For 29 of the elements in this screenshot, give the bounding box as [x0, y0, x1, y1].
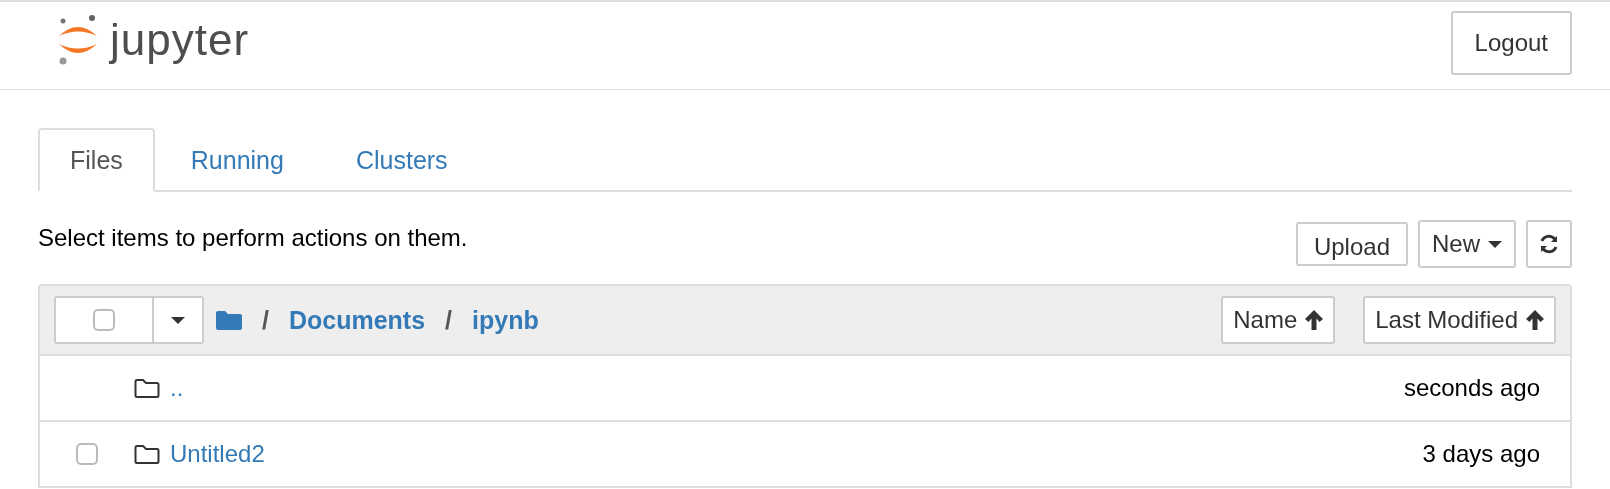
- sort-button[interactable]: Last Modified: [1363, 296, 1556, 344]
- arrow-up-icon: [1303, 309, 1326, 331]
- folder-icon: [134, 443, 160, 465]
- modified-time: seconds ago: [1403, 374, 1540, 402]
- tab[interactable]: Files: [38, 128, 155, 192]
- breadcrumb-separator: /: [262, 305, 269, 335]
- caret-icon: [1488, 240, 1502, 248]
- modified-time: 3 days ago: [1422, 440, 1540, 468]
- file-link[interactable]: ..: [170, 374, 184, 402]
- folder-icon: [134, 377, 160, 399]
- select-all-control[interactable]: [54, 296, 204, 344]
- refresh-button[interactable]: [1526, 220, 1572, 268]
- folder-icon: [216, 310, 242, 330]
- new-button[interactable]: New: [1418, 220, 1516, 268]
- logout-button[interactable]: Logout: [1450, 10, 1572, 75]
- breadcrumb-link[interactable]: Documents: [288, 305, 426, 335]
- caret-icon: [171, 316, 185, 324]
- tab[interactable]: Running: [154, 128, 320, 192]
- file-link[interactable]: Untitled2: [170, 440, 265, 468]
- breadcrumb-separator: /: [445, 305, 453, 335]
- logo-text: jupyter: [110, 14, 250, 65]
- upload-button[interactable]: Upload: [1295, 222, 1408, 266]
- breadcrumb-link[interactable]: ipynb: [472, 305, 539, 335]
- tab[interactable]: Clusters: [319, 128, 484, 192]
- checkbox[interactable]: [76, 443, 98, 465]
- arrow-up-icon: [1524, 309, 1546, 331]
- checkbox[interactable]: [93, 309, 115, 331]
- hint-text: Select items to perform actions on them.: [38, 224, 468, 252]
- sort-button[interactable]: Name: [1221, 296, 1336, 344]
